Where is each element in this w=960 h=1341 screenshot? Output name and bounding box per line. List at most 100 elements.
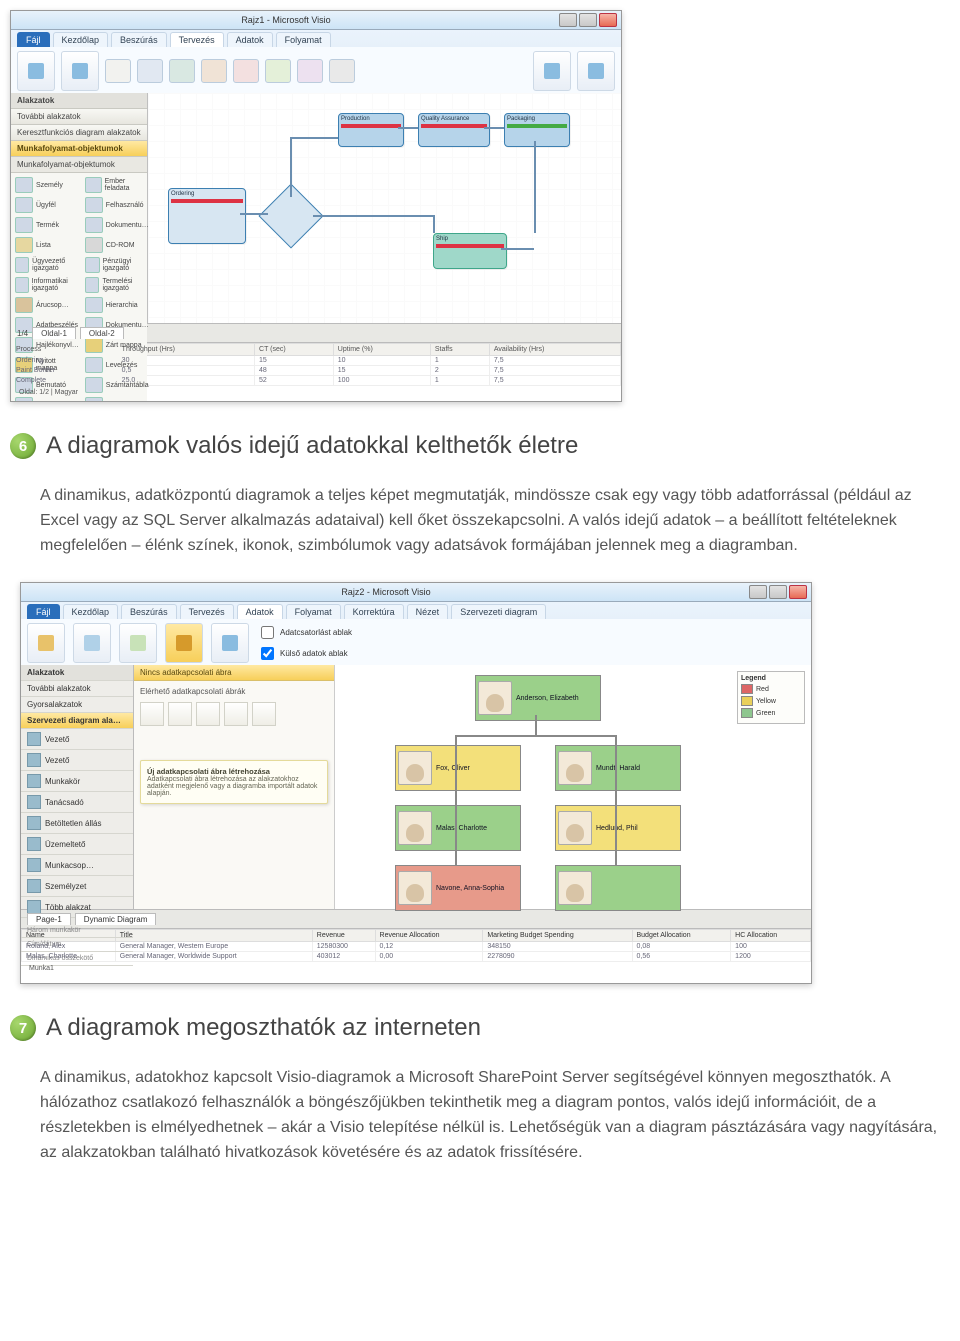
shape-item[interactable]: Ügyfél (15, 197, 79, 213)
shape-item[interactable]: Vezető (21, 750, 133, 771)
theme-swatch[interactable] (105, 59, 131, 83)
shape-item[interactable]: Betöltetlen állás (21, 813, 133, 834)
accordion-header-active[interactable]: Munkafolyamat-objektumok (11, 141, 147, 157)
flow-node-end[interactable]: Ship (433, 233, 507, 269)
maximize-button[interactable] (579, 13, 597, 27)
col-header[interactable]: Revenue Allocation (375, 930, 483, 942)
accordion-header[interactable]: Keresztfunkciós diagram alakzatok (11, 125, 147, 141)
flow-node[interactable]: Packaging (504, 113, 570, 147)
ribbon-button[interactable] (27, 623, 65, 663)
ribbon-button[interactable] (211, 623, 249, 663)
sheet-tab[interactable]: Oldal-1 (32, 327, 76, 339)
close-button[interactable] (599, 13, 617, 27)
sheet-tab[interactable]: Dynamic Diagram (75, 913, 157, 925)
ribbon-button[interactable] (533, 51, 571, 91)
shape-item[interactable]: Pénzügyi igazgató (85, 257, 149, 273)
ribbon-tab[interactable]: Beszúrás (111, 32, 167, 47)
ribbon-checkbox[interactable]: Adatcsatorlást ablak (257, 623, 352, 642)
shape-item[interactable]: Munkakör (21, 771, 133, 792)
shape-item[interactable]: Lista (15, 237, 79, 253)
shape-item[interactable]: Termék (15, 217, 79, 233)
sheet-tab[interactable]: Oldal-2 (80, 327, 124, 339)
flow-node[interactable]: Quality Assurance (418, 113, 490, 147)
table-row[interactable]: Malas, Charlotte General Manager, Worldw… (22, 952, 811, 962)
col-header[interactable]: Staffs (430, 344, 489, 356)
tool-button[interactable] (168, 702, 192, 726)
org-node[interactable]: Navone, Anna-Sophia (395, 865, 521, 911)
flow-node-start[interactable]: Ordering (168, 188, 246, 244)
close-button[interactable] (789, 585, 807, 599)
tool-button[interactable] (252, 702, 276, 726)
org-node[interactable]: Anderson, Elizabeth (475, 675, 601, 721)
ribbon-tab-file[interactable]: Fájl (17, 32, 50, 47)
tool-button[interactable] (140, 702, 164, 726)
theme-swatch[interactable] (233, 59, 259, 83)
tool-button[interactable] (196, 702, 220, 726)
shape-item[interactable]: Felhasználó (85, 197, 149, 213)
table-row[interactable]: Roland, Alex General Manager, Western Eu… (22, 942, 811, 952)
ribbon-tab[interactable]: Folyamat (276, 32, 331, 47)
theme-swatch[interactable] (265, 59, 291, 83)
org-node[interactable] (555, 865, 681, 911)
shape-item[interactable]: Vezető (21, 729, 133, 750)
theme-swatch[interactable] (169, 59, 195, 83)
ribbon-tab[interactable]: Szervezeti diagram (451, 604, 546, 619)
shape-item[interactable]: Ügyvezető igazgató (15, 257, 79, 273)
ribbon-tab-file[interactable]: Fájl (27, 604, 60, 619)
tool-button[interactable] (224, 702, 248, 726)
shape-item[interactable]: Személyzet (21, 876, 133, 897)
col-header[interactable]: Budget Allocation (632, 930, 731, 942)
minimize-button[interactable] (559, 13, 577, 27)
accordion-item[interactable]: További alakzatok (21, 681, 133, 697)
ribbon-button[interactable] (119, 623, 157, 663)
ribbon-tab[interactable]: Tervezés (180, 604, 234, 619)
ribbon-button[interactable] (73, 623, 111, 663)
ribbon-button[interactable] (61, 51, 99, 91)
org-node[interactable]: Mundt, Harald (555, 745, 681, 791)
ribbon-tab[interactable]: Nézet (407, 604, 449, 619)
shape-item[interactable]: Üzemeltető (21, 834, 133, 855)
shape-item[interactable]: Tanácsadó (21, 792, 133, 813)
col-header[interactable]: CT (sec) (255, 344, 334, 356)
maximize-button[interactable] (769, 585, 787, 599)
shape-item[interactable]: Árucsop… (15, 297, 79, 313)
org-node[interactable]: Malas, Charlotte (395, 805, 521, 851)
shape-item[interactable]: Levelezés (85, 357, 149, 373)
col-header[interactable]: Marketing Budget Spending (483, 930, 632, 942)
flow-node[interactable]: Production (338, 113, 404, 147)
ribbon-checkbox[interactable]: Külső adatok ablak (257, 644, 352, 663)
shape-item[interactable]: CD-ROM (85, 237, 149, 253)
shape-item[interactable]: Számtantábla (85, 377, 149, 393)
shape-item[interactable]: Munkacsop… (21, 855, 133, 876)
org-node[interactable]: Hedlund, Phil (555, 805, 681, 851)
col-header[interactable]: Revenue (312, 930, 375, 942)
shape-item[interactable]: Hierarchia (85, 297, 149, 313)
diagram-canvas[interactable]: Legend Red Yellow Green Anderson, Elizab… (335, 665, 811, 909)
diagram-canvas[interactable]: Ordering Production Quality Assurance Pa… (148, 93, 621, 323)
shape-item[interactable]: Informatikai igazgató (15, 277, 79, 293)
theme-swatch[interactable] (137, 59, 163, 83)
theme-swatch[interactable] (201, 59, 227, 83)
accordion-header[interactable]: További alakzatok (11, 109, 147, 125)
ribbon-button[interactable] (17, 51, 55, 91)
ribbon-tab-active[interactable]: Tervezés (170, 32, 224, 47)
checkbox[interactable] (261, 626, 274, 639)
data-graphics-bar[interactable]: Nincs adatkapcsolati ábra (134, 665, 334, 681)
ribbon-tab[interactable]: Beszúrás (121, 604, 177, 619)
col-header[interactable]: Availability (Hrs) (489, 344, 620, 356)
shape-item[interactable]: Ember feladata (85, 177, 149, 193)
minimize-button[interactable] (749, 585, 767, 599)
ribbon-tab[interactable]: Folyamat (286, 604, 341, 619)
ribbon-tab[interactable]: Kezdőlap (53, 32, 109, 47)
col-header[interactable]: HC Allocation (731, 930, 811, 942)
shape-item[interactable]: Dokumentu… (85, 217, 149, 233)
checkbox[interactable] (261, 647, 274, 660)
ribbon-tab[interactable]: Korrektúra (344, 604, 404, 619)
col-header[interactable]: Title (115, 930, 312, 942)
theme-swatch[interactable] (329, 59, 355, 83)
theme-swatch[interactable] (297, 59, 323, 83)
accordion-item-active[interactable]: Szervezeti diagram ala… (21, 713, 133, 729)
shape-item[interactable]: Személy (15, 177, 79, 193)
shape-item[interactable]: Termelési igazgató (85, 277, 149, 293)
ribbon-button[interactable] (577, 51, 615, 91)
